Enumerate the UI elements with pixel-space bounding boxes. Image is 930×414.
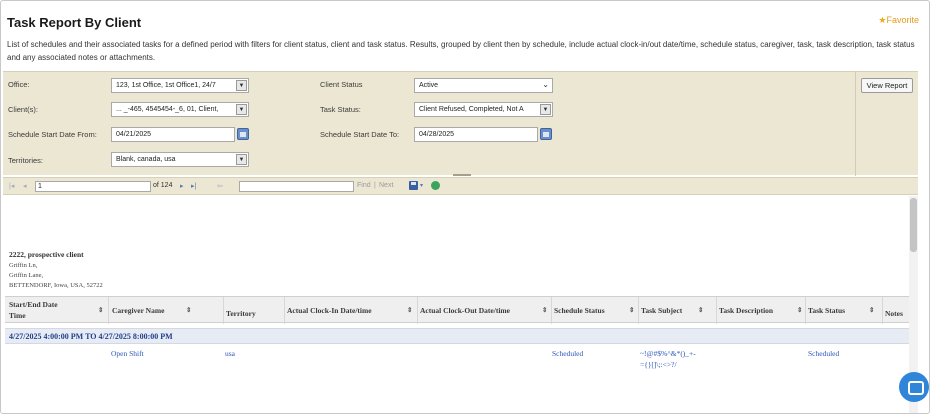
column-territory-label: Territory [226,309,256,318]
client-name: 2222, prospective client [9,250,84,259]
row-schedule-status-link[interactable]: Scheduled [552,349,583,358]
row-caregiver-link[interactable]: Open Shift [111,349,144,358]
report-toolbar: |◂ ◂ 1 of 124 ▸ ▸| ⇦ Find | Next ▾ [3,177,918,195]
scrollbar-thumb[interactable] [910,198,917,252]
schedule-group-row: 4/27/2025 4:00:00 PM TO 4/27/2025 8:00:0… [5,328,909,344]
column-schedule-status[interactable]: Schedule Status ⇕ [552,297,639,324]
column-start-end-label-2: Time [9,311,26,320]
export-dropdown-icon[interactable]: ▾ [420,182,423,189]
start-to-label: Schedule Start Date To: [320,130,400,139]
column-notes[interactable]: Notes [883,297,909,324]
chat-icon[interactable] [899,372,929,402]
prev-page-icon[interactable]: ◂ [23,182,27,190]
column-task-subject-label: Task Subject [641,306,683,315]
column-task-status-label: Task Status [808,306,846,315]
column-task-subject[interactable]: Task Subject ⇕ [639,297,717,324]
start-to-value: 04/28/2025 [419,131,455,138]
task-status-select[interactable]: Client Refused, Completed, Not A ▼ [414,102,553,117]
view-report-button[interactable]: View Report [861,78,913,93]
client-status-value: Active [419,82,439,89]
find-input[interactable] [239,181,354,192]
column-clock-in-label: Actual Clock-In Date/time [287,306,372,315]
column-task-status[interactable]: Task Status ⇕ [806,297,883,324]
row-task-status-link[interactable]: Scheduled [808,349,839,358]
calendar-icon[interactable] [237,128,249,140]
column-clock-out-label: Actual Clock-Out Date/time [420,306,510,315]
office-select[interactable]: 123, 1st Office, 1st Office1, 24/7 ▼ [111,78,249,93]
dropdown-arrow-icon: ▼ [236,104,247,115]
column-task-description-label: Task Description [719,306,774,315]
task-status-value: Client Refused, Completed, Not A [419,106,524,113]
first-page-icon[interactable]: |◂ [9,182,14,190]
column-clock-out[interactable]: Actual Clock-Out Date/time ⇕ [418,297,552,324]
sort-icon: ⇕ [542,307,548,314]
toolbar-separator: | [374,182,376,189]
column-start-end-label-1: Start/End Date [9,300,58,309]
sort-icon: ⇕ [869,307,875,314]
chevron-down-icon: ⌄ [542,80,549,89]
column-task-description[interactable]: Task Description ⇕ [717,297,806,324]
last-page-icon[interactable]: ▸| [191,182,196,190]
dropdown-arrow-icon: ▼ [540,104,551,115]
office-value: 123, 1st Office, 1st Office1, 24/7 [116,82,216,89]
next-page-icon[interactable]: ▸ [180,182,184,190]
column-notes-label: Notes [885,309,903,318]
territories-value: Blank, canada, usa [116,156,176,163]
sort-icon: ⇕ [629,307,635,314]
description-line-1: List of schedules and their associated t… [7,40,915,49]
favorite-link[interactable]: ★Favorite [878,15,919,26]
client-status-select[interactable]: Active ⌄ [414,78,553,93]
task-status-label: Task Status: [320,105,361,114]
sort-icon: ⇕ [186,307,192,314]
resize-grip-handle[interactable] [453,174,471,176]
row-task-subject-line-1: ~!@#$%^&*()_+- [640,349,696,358]
table-header: Start/End Date Time ⇕ Caregiver Name ⇕ T… [5,296,909,324]
report-window: Task Report By Client ★Favorite List of … [0,0,930,414]
save-export-icon[interactable] [409,181,418,190]
description-line-2: and any associated notes or attachments. [7,53,156,62]
column-clock-in[interactable]: Actual Clock-In Date/time ⇕ [285,297,418,324]
calendar-icon[interactable] [540,128,552,140]
sort-icon: ⇕ [407,307,413,314]
column-caregiver-label: Caregiver Name [112,306,165,315]
page-number-value: 1 [38,183,42,190]
page-count: of 124 [153,182,173,189]
clients-value: ... _-465, 4545454-_6, 01, Client, [116,106,219,113]
find-link[interactable]: Find [357,182,371,189]
clients-select[interactable]: ... _-465, 4545454-_6, 01, Client, ▼ [111,102,249,117]
report-description: List of schedules and their associated t… [7,38,922,64]
client-status-label: Client Status [320,80,363,89]
sort-icon: ⇕ [797,307,803,314]
client-address-line-3: BETTENDORF, Iowa, USA, 52722 [9,282,103,289]
refresh-icon[interactable] [431,181,440,190]
favorite-label: Favorite [886,15,919,25]
column-start-end[interactable]: Start/End Date Time ⇕ [5,297,109,324]
start-from-input[interactable]: 04/21/2025 [111,127,235,142]
panel-divider [855,72,856,176]
next-link[interactable]: Next [379,182,393,189]
sort-icon: ⇕ [98,307,104,314]
office-label: Office: [8,80,30,89]
start-from-label: Schedule Start Date From: [8,130,97,139]
row-task-subject-line-2: ={}[]\;:<>?/ [640,360,677,369]
filter-panel: Office: 123, 1st Office, 1st Office1, 24… [3,71,918,176]
dropdown-arrow-icon: ▼ [236,80,247,91]
territories-select[interactable]: Blank, canada, usa ▼ [111,152,249,167]
start-to-input[interactable]: 04/28/2025 [414,127,538,142]
clients-label: Client(s): [8,105,39,114]
sort-icon: ⇕ [698,307,704,314]
page-title: Task Report By Client [7,15,142,30]
start-from-value: 04/21/2025 [116,131,152,138]
schedule-time-range: 4/27/2025 4:00:00 PM TO 4/27/2025 8:00:0… [9,332,173,341]
back-icon[interactable]: ⇦ [217,182,223,190]
dropdown-arrow-icon: ▼ [236,154,247,165]
page-number-input[interactable]: 1 [35,181,151,192]
client-address-line-2: Griffin Lane, [9,272,44,279]
row-territory: usa [225,349,235,358]
territories-label: Territories: [8,156,44,165]
column-territory[interactable]: Territory [224,297,285,324]
column-caregiver[interactable]: Caregiver Name ⇕ [109,297,224,324]
client-address-line-1: Griffin Ln, [9,262,38,269]
column-schedule-status-label: Schedule Status [554,306,605,315]
